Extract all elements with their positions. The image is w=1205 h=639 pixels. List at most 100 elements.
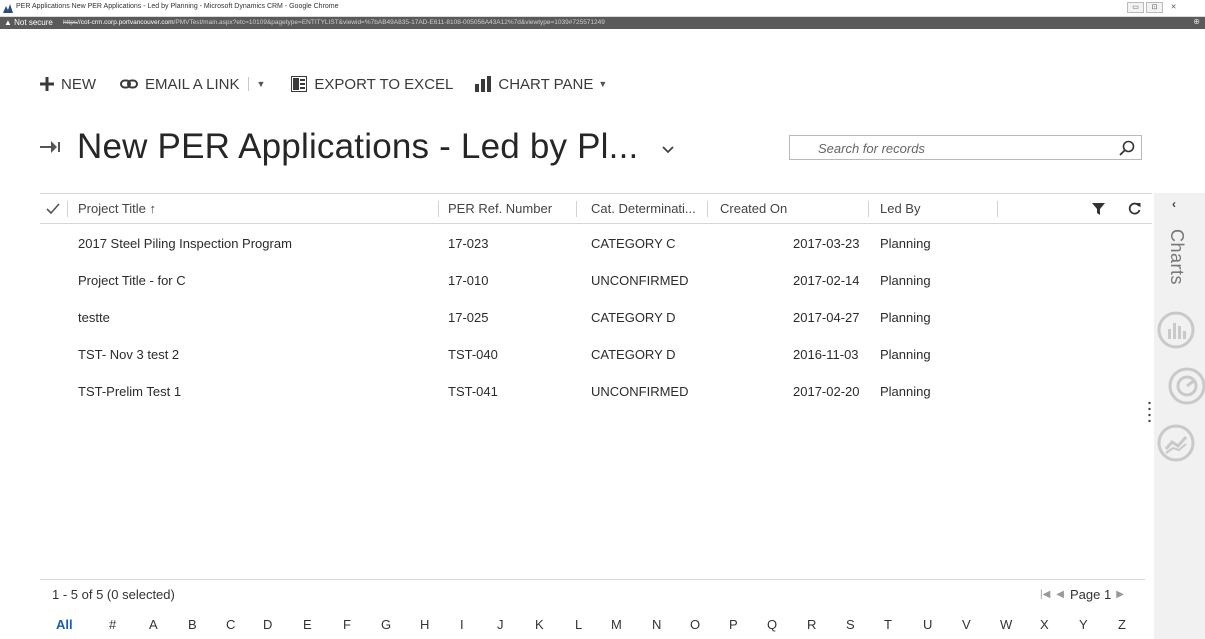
alpha-filter-o[interactable]: O bbox=[690, 617, 700, 632]
select-all-checkmark-icon[interactable] bbox=[46, 203, 60, 214]
alpha-filter-t[interactable]: T bbox=[884, 617, 892, 632]
cell-created-on: 2017-04-27 bbox=[793, 310, 860, 325]
page-number: Page 1 bbox=[1070, 587, 1112, 602]
cell-led-by: Planning bbox=[880, 384, 931, 399]
minimize-button[interactable]: ▭ bbox=[1127, 2, 1144, 13]
alpha-filter-f[interactable]: F bbox=[343, 617, 351, 632]
cell-cat-determination: CATEGORY D bbox=[591, 310, 676, 325]
alpha-filter-l[interactable]: L bbox=[575, 617, 582, 632]
bar-chart-circle-icon[interactable] bbox=[1156, 310, 1196, 350]
table-row[interactable]: Project Title - for C 17-010 UNCONFIRMED… bbox=[40, 263, 1140, 300]
alpha-filter-hash[interactable]: # bbox=[109, 617, 116, 632]
cell-project-title[interactable]: Project Title - for C bbox=[78, 273, 186, 288]
first-page-icon[interactable]: |◀ bbox=[1040, 589, 1050, 600]
alpha-filter-g[interactable]: G bbox=[381, 617, 391, 632]
cell-led-by: Planning bbox=[880, 347, 931, 362]
alpha-filter-w[interactable]: W bbox=[1000, 617, 1012, 632]
cell-led-by: Planning bbox=[880, 273, 931, 288]
alpha-filter-a[interactable]: A bbox=[149, 617, 158, 632]
url-text[interactable]: https//cot-crm.corp.portvancouver.com/PM… bbox=[63, 19, 605, 26]
alpha-filter-u[interactable]: U bbox=[923, 617, 932, 632]
cell-created-on: 2017-02-20 bbox=[793, 384, 860, 399]
alpha-filter-e[interactable]: E bbox=[303, 617, 312, 632]
grid-header: Project Title ↑ PER Ref. Number Cat. Det… bbox=[40, 193, 1152, 224]
column-separator bbox=[868, 201, 869, 217]
cell-per-ref-number: 17-023 bbox=[448, 236, 489, 251]
alpha-filter-z[interactable]: Z bbox=[1118, 617, 1126, 632]
new-button[interactable]: NEW bbox=[40, 76, 96, 93]
cell-per-ref-number: TST-041 bbox=[448, 384, 498, 399]
alpha-filter-all[interactable]: All bbox=[56, 617, 73, 632]
warning-icon: ▲ bbox=[4, 18, 12, 27]
url-host: //cot-crm.corp.portvancouver.com bbox=[77, 19, 174, 26]
column-header-created-on[interactable]: Created On bbox=[720, 201, 787, 216]
alpha-filter-b[interactable]: B bbox=[188, 617, 197, 632]
cell-project-title[interactable]: TST-Prelim Test 1 bbox=[78, 384, 181, 399]
alpha-filter-y[interactable]: Y bbox=[1079, 617, 1088, 632]
alpha-filter-m[interactable]: M bbox=[611, 617, 622, 632]
not-secure-indicator[interactable]: ▲ Not secure bbox=[4, 18, 53, 27]
filter-icon[interactable] bbox=[1092, 203, 1105, 215]
column-header-led-by[interactable]: Led By bbox=[880, 201, 920, 216]
column-header-per-ref-number[interactable]: PER Ref. Number bbox=[448, 201, 552, 216]
column-separator bbox=[67, 201, 68, 217]
search-icon[interactable] bbox=[1119, 140, 1135, 156]
alpha-filter-s[interactable]: S bbox=[846, 617, 855, 632]
previous-page-icon[interactable]: ◀ bbox=[1056, 589, 1064, 600]
view-selector-chevron-icon[interactable] bbox=[662, 146, 675, 154]
alpha-filter-p[interactable]: P bbox=[729, 617, 738, 632]
url-scheme: https bbox=[63, 19, 78, 26]
record-count-status: 1 - 5 of 5 (0 selected) bbox=[52, 587, 175, 602]
pie-chart-circle-icon[interactable] bbox=[1167, 366, 1205, 406]
alpha-filter-x[interactable]: X bbox=[1040, 617, 1049, 632]
search-input[interactable]: Search for records bbox=[789, 135, 1142, 160]
pager: |◀ ◀ Page 1 ▶ bbox=[1040, 587, 1130, 602]
alpha-filter-n[interactable]: N bbox=[652, 617, 661, 632]
table-row[interactable]: 2017 Steel Piling Inspection Program 17-… bbox=[40, 226, 1140, 263]
dynamics-crm-logo-icon bbox=[3, 4, 13, 13]
column-separator bbox=[438, 201, 439, 217]
column-separator bbox=[997, 201, 998, 217]
email-link-button[interactable]: EMAIL A LINK bbox=[120, 76, 240, 93]
chevron-down-icon: ▼ bbox=[598, 79, 608, 89]
cell-cat-determination: CATEGORY D bbox=[591, 347, 676, 362]
zoom-icon[interactable]: ⊕ bbox=[1193, 17, 1200, 26]
cell-project-title[interactable]: 2017 Steel Piling Inspection Program bbox=[78, 236, 292, 251]
close-button[interactable]: ✕ bbox=[1165, 2, 1182, 13]
excel-icon bbox=[291, 76, 308, 92]
column-header-cat-determination[interactable]: Cat. Determinati... bbox=[591, 201, 696, 216]
line-chart-circle-icon[interactable] bbox=[1156, 423, 1196, 463]
table-row[interactable]: TST- Nov 3 test 2 TST-040 CATEGORY D 201… bbox=[40, 337, 1140, 374]
chart-pane-button[interactable]: CHART PANE ▼ bbox=[475, 76, 607, 93]
alpha-filter-q[interactable]: Q bbox=[767, 617, 777, 632]
column-header-project-title[interactable]: Project Title ↑ bbox=[78, 201, 156, 216]
address-bar[interactable]: ▲ Not secure https//cot-crm.corp.portvan… bbox=[0, 17, 1205, 29]
alpha-filter-k[interactable]: K bbox=[535, 617, 544, 632]
pin-icon[interactable] bbox=[40, 141, 62, 153]
more-commands-dropdown[interactable]: ▼ bbox=[257, 79, 266, 89]
footer-divider bbox=[40, 579, 1145, 580]
cell-cat-determination: UNCONFIRMED bbox=[591, 273, 689, 288]
maximize-button[interactable]: ⊡ bbox=[1146, 2, 1163, 13]
pane-resize-handle[interactable] bbox=[1148, 401, 1151, 423]
export-to-excel-button[interactable]: EXPORT TO EXCEL bbox=[291, 76, 453, 93]
alpha-filter-h[interactable]: H bbox=[420, 617, 429, 632]
alpha-filter-c[interactable]: C bbox=[226, 617, 235, 632]
cell-created-on: 2016-11-03 bbox=[793, 347, 859, 362]
charts-label[interactable]: Charts bbox=[1166, 229, 1187, 285]
next-page-icon[interactable]: ▶ bbox=[1116, 589, 1124, 600]
alpha-filter-r[interactable]: R bbox=[807, 617, 816, 632]
cell-cat-determination: CATEGORY C bbox=[591, 236, 676, 251]
table-row[interactable]: testte 17-025 CATEGORY D 2017-04-27 Plan… bbox=[40, 300, 1140, 337]
cell-project-title[interactable]: TST- Nov 3 test 2 bbox=[78, 347, 179, 362]
cell-project-title[interactable]: testte bbox=[78, 310, 110, 325]
table-row[interactable]: TST-Prelim Test 1 TST-041 UNCONFIRMED 20… bbox=[40, 374, 1140, 411]
collapse-pane-button[interactable]: ‹ bbox=[1172, 197, 1176, 211]
alpha-filter-d[interactable]: D bbox=[263, 617, 272, 632]
plus-icon bbox=[40, 77, 54, 91]
alpha-filter-v[interactable]: V bbox=[962, 617, 971, 632]
alpha-filter-i[interactable]: I bbox=[460, 617, 464, 632]
alpha-filter-j[interactable]: J bbox=[497, 617, 504, 632]
cell-created-on: 2017-02-14 bbox=[793, 273, 860, 288]
refresh-icon[interactable] bbox=[1128, 202, 1141, 215]
